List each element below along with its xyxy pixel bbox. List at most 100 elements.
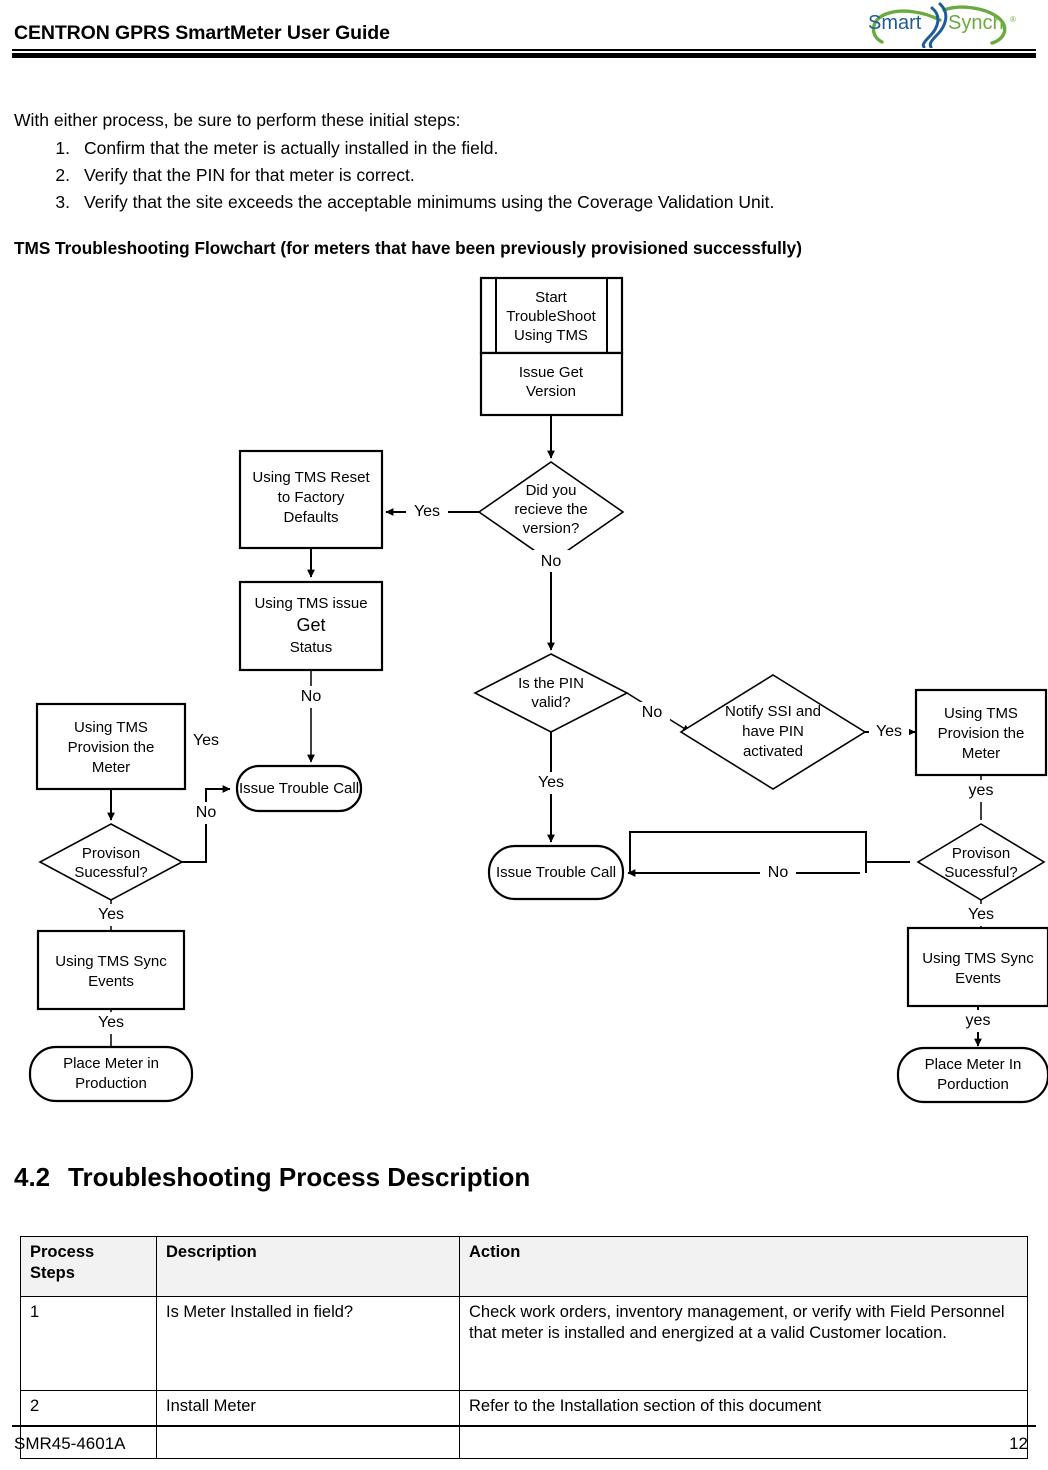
node-sync-right-line1: Using TMS Sync	[922, 950, 1034, 967]
edge-label-sync-left-yes: Yes	[98, 1014, 124, 1031]
flowchart-caption: TMS Troubleshooting Flowchart (for meter…	[14, 238, 802, 258]
node-provision-right-line1: Using TMS	[944, 705, 1018, 722]
node-get-status-line1: Using TMS issue	[254, 595, 367, 612]
edge-label-provison-right-no: No	[768, 864, 789, 881]
cell-action: Check work orders, inventory management,…	[459, 1296, 1028, 1391]
edge-label-notify-yes: Yes	[876, 723, 902, 740]
node-did-receive-line3: version?	[523, 520, 580, 537]
node-start-line1: Start	[535, 289, 568, 306]
node-provision-left-line1: Using TMS	[74, 719, 148, 736]
node-provision-meter-left: Using TMS Provision the Meter	[35, 702, 187, 791]
node-start-line2: TroubleShoot	[506, 308, 596, 325]
edge-label-version-yes: Yes	[414, 503, 440, 520]
edge-label-getstatus-no: No	[301, 688, 322, 705]
node-place-left-line1: Place Meter in	[63, 1055, 159, 1072]
node-provision-meter-right: Using TMS Provision the Meter	[914, 688, 1048, 777]
node-decision-provison-successful-right: Provison Sucessful?	[916, 823, 1046, 901]
node-notify-ssi-line1: Notify SSI and	[725, 703, 821, 720]
node-get-version-line2: Version	[526, 383, 576, 400]
table-header-action: Action	[459, 1236, 1028, 1297]
node-reset-line2: to Factory	[278, 489, 345, 506]
edge-label-provison-left-no: No	[196, 804, 217, 821]
node-issue-get-version: Issue Get Version	[479, 351, 624, 417]
table-header-description: Description	[156, 1236, 460, 1297]
logo-trademark-icon: ®	[1010, 15, 1016, 24]
node-reset-line3: Defaults	[283, 509, 338, 526]
node-issue-trouble-call-left: Issue Trouble Call	[235, 764, 363, 813]
page-title: CENTRON GPRS SmartMeter User Guide	[14, 22, 390, 44]
edge-label-pin-no: No	[642, 704, 663, 721]
node-place-meter-production-left: Place Meter in Production	[28, 1045, 194, 1103]
node-sync-right-line2: Events	[955, 970, 1001, 987]
node-place-left-line2: Production	[75, 1075, 147, 1092]
node-get-status-line2: Get	[296, 615, 325, 635]
node-reset-factory-defaults: Using TMS Reset to Factory Defaults	[238, 449, 384, 550]
list-marker-1: 1.	[55, 138, 70, 158]
node-provision-right-line3: Meter	[962, 745, 1000, 762]
cell-description: Is Meter Installed in field?	[156, 1296, 460, 1391]
edge-label-provison-right-yes: Yes	[968, 906, 994, 923]
node-did-receive-line1: Did you	[526, 482, 577, 499]
header-rule-thin	[12, 49, 1036, 51]
edge-label-sync-right-yes: yes	[966, 1012, 991, 1029]
node-trouble-call-left: Issue Trouble Call	[239, 780, 359, 797]
node-decision-notify-ssi: Notify SSI and have PIN activated	[679, 674, 867, 790]
header-rule-thick	[12, 53, 1036, 58]
document-page: CENTRON GPRS SmartMeter User Guide Smart…	[0, 0, 1048, 1470]
list-item-1: Confirm that the meter is actually insta…	[84, 138, 499, 158]
table-header-process-steps: Process Steps	[20, 1236, 157, 1297]
footer-page-number: 12	[1009, 1434, 1028, 1453]
node-notify-ssi-line3: activated	[743, 743, 803, 760]
node-decision-provison-successful-left: Provison Sucessful?	[38, 823, 184, 901]
cell-step: 1	[20, 1296, 157, 1391]
node-pin-valid-line2: valid?	[531, 694, 570, 711]
node-sync-left-line2: Events	[88, 973, 134, 990]
node-provison-left-line2: Sucessful?	[74, 864, 147, 881]
edge-provison-right-no-elbow	[865, 861, 910, 873]
node-get-status-line3: Status	[290, 639, 333, 656]
edge-label-provison-left-yes: Yes	[98, 906, 124, 923]
table-row: 1 Is Meter Installed in field? Check wor…	[20, 1296, 1028, 1391]
list-marker-2: 2.	[55, 165, 70, 185]
node-get-status: Using TMS issue Get Status	[238, 580, 384, 672]
node-reset-line1: Using TMS Reset	[252, 469, 370, 486]
node-notify-ssi-line2: have PIN	[742, 723, 804, 740]
list-item-2: Verify that the PIN for that meter is co…	[84, 165, 415, 185]
tms-troubleshooting-flowchart: Start TroubleShoot Using TMS Issue Get V…	[0, 262, 1048, 1122]
header-process-line1: Process	[30, 1243, 95, 1261]
page-header: CENTRON GPRS SmartMeter User Guide Smart…	[0, 0, 1048, 60]
footer-document-number: SMR45-4601A	[14, 1434, 126, 1453]
node-did-receive-line2: recieve the	[514, 501, 587, 518]
header-process-line2: Steps	[30, 1264, 75, 1283]
footer-rule	[12, 1425, 1036, 1427]
node-provison-right-line2: Sucessful?	[944, 864, 1017, 881]
node-sync-events-left: Using TMS Sync Events	[36, 929, 186, 1011]
node-pin-valid-line1: Is the PIN	[518, 675, 584, 692]
node-start-troubleshoot: Start TroubleShoot Using TMS	[479, 276, 624, 355]
node-provision-left-line2: Provision the	[68, 739, 155, 756]
node-decision-pin-valid: Is the PIN valid?	[473, 653, 629, 733]
edge-label-version-no: No	[541, 553, 562, 570]
edge-label-provision-left-yes: Yes	[193, 732, 219, 749]
node-get-version-line1: Issue Get	[519, 364, 584, 381]
section-title: Troubleshooting Process Description	[68, 1162, 531, 1192]
node-provison-left-line1: Provison	[82, 845, 140, 862]
list-item-3: Verify that the site exceeds the accepta…	[84, 192, 775, 212]
node-place-right-line1: Place Meter In	[925, 1056, 1022, 1073]
node-issue-trouble-call-center: Issue Trouble Call	[487, 844, 625, 901]
logo-text-smart: Smart	[868, 12, 922, 34]
smartsynch-logo: Smart Synch ®	[868, 2, 1016, 48]
node-sync-events-right: Using TMS Sync Events	[906, 926, 1048, 1008]
table-header-row: Process Steps Description Action	[20, 1236, 1028, 1297]
logo-text-synch: Synch	[948, 12, 1004, 34]
section-heading: 4.2 Troubleshooting Process Description	[14, 1162, 530, 1193]
node-sync-left-line1: Using TMS Sync	[55, 953, 167, 970]
edge-provison-left-no	[182, 785, 231, 863]
edge-label-pin-yes: Yes	[538, 774, 564, 791]
list-marker-3: 3.	[55, 192, 70, 212]
node-provision-right-line2: Provision the	[938, 725, 1025, 742]
section-number: 4.2	[14, 1162, 51, 1192]
node-start-line3: Using TMS	[514, 327, 588, 344]
intro-paragraph: With either process, be sure to perform …	[14, 110, 461, 130]
node-place-right-line2: Porduction	[937, 1076, 1009, 1093]
